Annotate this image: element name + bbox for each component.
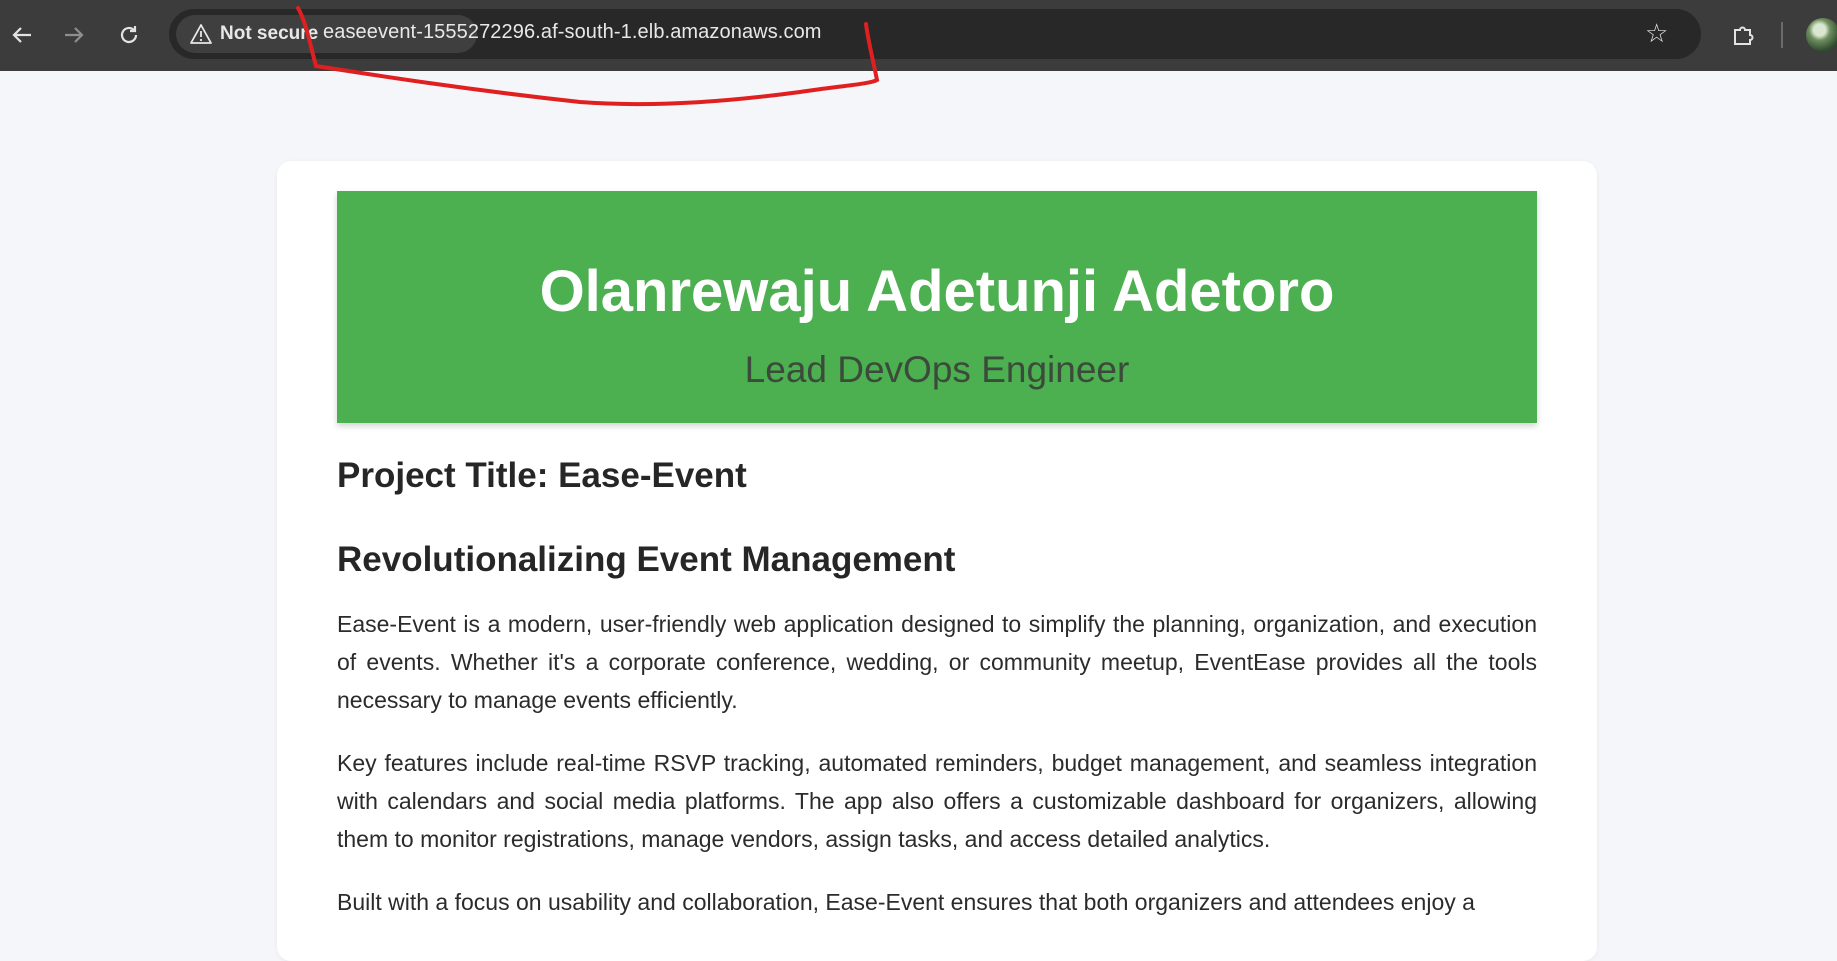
toolbar-divider [1781, 22, 1783, 48]
project-title: Project Title: Ease-Event [337, 456, 747, 495]
star-icon[interactable]: ☆ [1645, 20, 1668, 46]
arrow-right-icon [65, 27, 84, 43]
hero-role: Lead DevOps Engineer [744, 349, 1130, 390]
puzzle-icon[interactable] [1726, 18, 1760, 52]
warning-triangle-icon [190, 23, 212, 45]
back-button[interactable] [4, 17, 40, 53]
browser-toolbar: Not secure easeevent-1555272296.af-south… [0, 0, 1837, 71]
section-heading: Revolutionalizing Event Management [337, 540, 956, 579]
forward-button[interactable] [56, 17, 92, 53]
security-label: Not secure [220, 23, 319, 44]
paragraph-usability: Built with a focus on usability and coll… [337, 889, 1475, 915]
reload-button[interactable] [111, 17, 147, 53]
arrow-left-icon [12, 27, 31, 43]
paragraph-features: Key features include real-time RSVP trac… [337, 750, 1537, 852]
hero-name: Olanrewaju Adetunji Adetoro [539, 259, 1335, 324]
avatar[interactable] [1806, 18, 1837, 52]
url-text[interactable]: easeevent-1555272296.af-south-1.elb.amaz… [323, 21, 822, 44]
address-bar[interactable]: Not secure easeevent-1555272296.af-south… [169, 9, 1701, 59]
hero-banner: Olanrewaju Adetunji Adetoro Lead DevOps … [337, 191, 1537, 423]
paragraph-intro: Ease-Event is a modern, user-friendly we… [337, 611, 1537, 713]
reload-icon [120, 26, 138, 44]
content-card: Olanrewaju Adetunji Adetoro Lead DevOps … [277, 161, 1597, 961]
